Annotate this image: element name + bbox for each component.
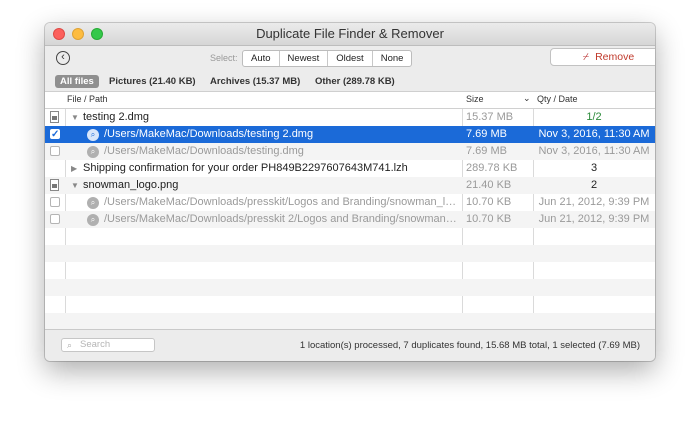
empty-row bbox=[45, 296, 655, 313]
table-row[interactable]: ⌕ /Users/MakeMac/Downloads/testing.dmg 7… bbox=[45, 143, 655, 160]
reveal-in-finder-icon[interactable]: ⌕ bbox=[87, 129, 99, 141]
minimize-window-button[interactable] bbox=[72, 28, 84, 40]
file-size: 10.70 KB bbox=[466, 213, 512, 225]
disclosure-triangle-right-icon[interactable]: ▶ bbox=[71, 160, 77, 177]
remove-button[interactable]: ⌿ Remove bbox=[550, 48, 655, 66]
filter-archives[interactable]: Archives (15.37 MB) bbox=[210, 75, 300, 88]
empty-row bbox=[45, 245, 655, 262]
row-checkbox[interactable] bbox=[50, 197, 60, 207]
file-size: 7.69 MB bbox=[466, 145, 507, 157]
group-name: Shipping confirmation for your order PH8… bbox=[83, 162, 408, 174]
empty-row bbox=[45, 228, 655, 245]
select-auto-button[interactable]: Auto bbox=[243, 51, 280, 66]
table-header: File / Path Size ⌄ Qty / Date bbox=[45, 92, 655, 109]
disclosure-triangle-down-icon[interactable]: ▼ bbox=[71, 109, 79, 126]
chevron-down-icon[interactable]: ⌄ bbox=[523, 93, 531, 104]
empty-row bbox=[45, 262, 655, 279]
reveal-in-finder-icon[interactable]: ⌕ bbox=[87, 146, 99, 158]
search-input[interactable]: ⌕ Search bbox=[61, 338, 155, 352]
status-bar: ⌕ Search 1 location(s) processed, 7 dupl… bbox=[45, 329, 655, 361]
group-size: 21.40 KB bbox=[466, 179, 512, 191]
file-path: /Users/MakeMac/Downloads/testing.dmg bbox=[104, 145, 304, 157]
table-row[interactable]: ▶ Shipping confirmation for your order P… bbox=[45, 160, 655, 177]
select-label: Select: bbox=[210, 53, 238, 63]
remove-button-label: Remove bbox=[595, 51, 635, 63]
file-path: /Users/MakeMac/Downloads/presskit/Logos … bbox=[104, 196, 459, 208]
file-date: Nov 3, 2016, 11:30 AM bbox=[538, 145, 650, 157]
file-path: /Users/MakeMac/Downloads/presskit 2/Logo… bbox=[104, 213, 459, 225]
status-text: 1 location(s) processed, 7 duplicates fo… bbox=[299, 340, 640, 351]
empty-row bbox=[45, 313, 655, 329]
zoom-window-button[interactable] bbox=[91, 28, 103, 40]
column-header-size[interactable]: Size bbox=[466, 94, 484, 104]
group-name: snowman_logo.png bbox=[83, 179, 179, 191]
file-date: Jun 21, 2012, 9:39 PM bbox=[538, 213, 650, 225]
file-type-filter-bar: All files Pictures (21.40 KB) Archives (… bbox=[45, 73, 655, 90]
title-bar: Duplicate File Finder & Remover bbox=[45, 23, 655, 46]
group-name: testing 2.dmg bbox=[83, 111, 150, 123]
reveal-in-finder-icon[interactable]: ⌕ bbox=[87, 214, 99, 226]
group-size: 15.37 MB bbox=[466, 111, 514, 123]
search-placeholder: Search bbox=[80, 339, 111, 350]
group-qty: 2 bbox=[590, 179, 598, 191]
row-checkbox[interactable] bbox=[50, 126, 60, 143]
group-qty: 1/2 bbox=[586, 111, 602, 123]
group-qty: 3 bbox=[590, 162, 598, 174]
select-none-button[interactable]: None bbox=[373, 51, 412, 66]
table-row[interactable]: ▼ snowman_logo.png 21.40 KB 2 bbox=[45, 177, 655, 194]
app-window: Duplicate File Finder & Remover ‹ Select… bbox=[45, 23, 655, 361]
close-window-button[interactable] bbox=[53, 28, 65, 40]
window-title: Duplicate File Finder & Remover bbox=[256, 26, 444, 41]
file-size: 10.70 KB bbox=[466, 196, 512, 208]
reveal-in-finder-icon[interactable]: ⌕ bbox=[87, 197, 99, 209]
file-date: Jun 21, 2012, 9:39 PM bbox=[538, 196, 650, 208]
column-header-qty-date[interactable]: Qty / Date bbox=[537, 94, 578, 104]
empty-row bbox=[45, 279, 655, 296]
file-path: /Users/MakeMac/Downloads/testing 2.dmg bbox=[104, 128, 314, 140]
select-oldest-button[interactable]: Oldest bbox=[328, 51, 373, 66]
back-arrow-icon[interactable]: ‹ bbox=[56, 51, 70, 65]
table-row[interactable]: ▼ testing 2.dmg 15.37 MB 1/2 bbox=[45, 109, 655, 126]
file-icon bbox=[50, 111, 59, 123]
file-date: Nov 3, 2016, 11:30 AM bbox=[538, 128, 650, 140]
search-icon: ⌕ bbox=[67, 340, 73, 350]
group-size: 289.78 KB bbox=[466, 162, 518, 174]
duplicates-table: File / Path Size ⌄ Qty / Date ▼ testing … bbox=[45, 91, 655, 329]
row-checkbox[interactable] bbox=[50, 214, 60, 224]
table-row[interactable]: ⌕ /Users/MakeMac/Downloads/presskit/Logo… bbox=[45, 194, 655, 211]
select-segmented-control: Auto Newest Oldest None bbox=[242, 50, 413, 67]
broom-icon: ⌿ bbox=[582, 51, 590, 63]
row-checkbox[interactable] bbox=[50, 146, 60, 156]
filter-other[interactable]: Other (289.78 KB) bbox=[315, 75, 395, 88]
image-file-icon bbox=[50, 179, 59, 191]
disclosure-triangle-down-icon[interactable]: ▼ bbox=[71, 177, 79, 194]
filter-all-files[interactable]: All files bbox=[55, 75, 99, 88]
column-header-path[interactable]: File / Path bbox=[67, 94, 108, 104]
file-size: 7.69 MB bbox=[466, 128, 507, 140]
table-row[interactable]: ⌕ /Users/MakeMac/Downloads/presskit 2/Lo… bbox=[45, 211, 655, 228]
select-newest-button[interactable]: Newest bbox=[280, 51, 329, 66]
toolbar: ‹ Select: Auto Newest Oldest None ⌿ Remov… bbox=[45, 46, 655, 72]
filter-pictures[interactable]: Pictures (21.40 KB) bbox=[109, 75, 196, 88]
table-row[interactable]: ⌕ /Users/MakeMac/Downloads/testing 2.dmg… bbox=[45, 126, 655, 143]
